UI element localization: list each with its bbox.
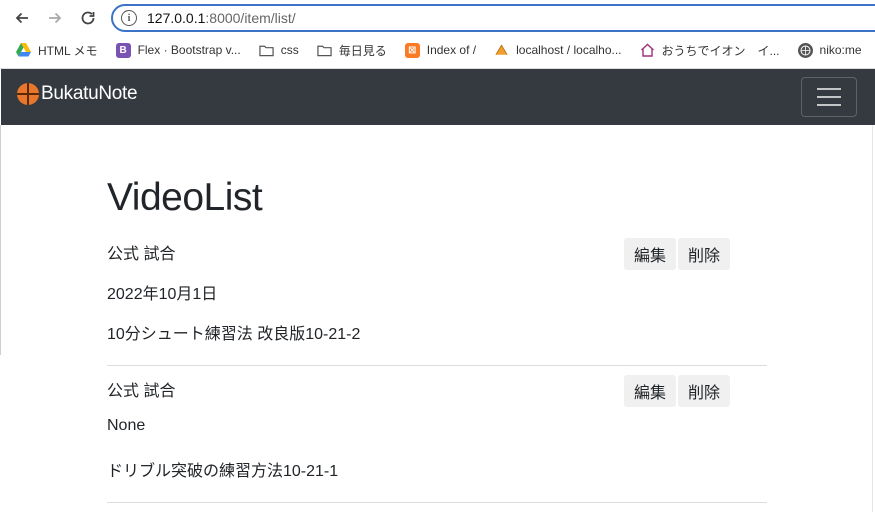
bookmark-item[interactable]: niko:me — [797, 42, 862, 58]
forward-button[interactable] — [43, 6, 67, 30]
item-date: 2022年10月1日 — [107, 286, 218, 303]
site-info-icon[interactable]: i — [121, 10, 137, 26]
folder-icon — [259, 43, 274, 58]
bookmark-label: Flex · Bootstrap v... — [137, 43, 241, 57]
hamburger-icon-bar — [817, 88, 841, 90]
item-category: 公式 試合 — [107, 246, 176, 263]
forward-arrow-icon — [49, 12, 62, 24]
bookmark-item[interactable]: HTML メモ — [16, 42, 98, 59]
item-date: None — [107, 417, 146, 434]
bookmark-item[interactable]: css — [259, 43, 299, 58]
hamburger-icon-bar — [817, 104, 841, 106]
page-title: VideoList — [107, 176, 263, 219]
url-text[interactable]: 127.0.0.1:8000/item/list/ — [147, 10, 296, 26]
bookmark-label: css — [280, 43, 299, 57]
home-icon — [640, 43, 655, 58]
edit-button[interactable]: 編集 — [624, 238, 677, 270]
bookmark-item[interactable]: localhost / localho... — [494, 43, 622, 58]
bookmark-item[interactable]: B Flex · Bootstrap v... — [115, 42, 241, 58]
bookmark-label: Index of / — [426, 43, 477, 57]
site-navbar: BukatuNote — [1, 69, 875, 125]
bookmark-label: HTML メモ — [38, 43, 98, 58]
bookmark-label: localhost / localho... — [516, 43, 622, 57]
navbar-toggler-button[interactable] — [801, 77, 857, 117]
xampp-icon: ⊠ — [404, 42, 420, 58]
navbar-brand[interactable]: BukatuNote — [17, 83, 138, 105]
content-border — [0, 125, 1, 355]
bookmark-item[interactable]: 毎日見る — [317, 42, 387, 59]
back-arrow-icon — [15, 12, 28, 24]
bookmark-label: おうちでイオン イ... — [661, 43, 780, 58]
phpmyadmin-icon — [494, 43, 509, 58]
reload-icon — [81, 11, 95, 25]
delete-button[interactable]: 削除 — [678, 375, 731, 407]
bookmarks-bar: HTML メモ B Flex · Bootstrap v... css 毎日見る… — [0, 38, 875, 62]
reload-button[interactable] — [76, 6, 100, 30]
address-bar[interactable]: i 127.0.0.1:8000/item/list/ — [111, 4, 875, 32]
content-border — [872, 125, 873, 512]
bookmark-label: 毎日見る — [338, 43, 387, 58]
bookmark-item[interactable]: おうちでイオン イ... — [640, 42, 780, 59]
hamburger-icon-bar — [817, 96, 841, 98]
url-path: :8000/item/list/ — [205, 10, 296, 26]
item-divider — [107, 502, 767, 503]
item-category: 公式 試合 — [107, 383, 176, 400]
delete-button[interactable]: 削除 — [678, 238, 731, 270]
folder-icon — [317, 43, 332, 58]
globe-icon — [797, 42, 813, 58]
bootstrap-icon: B — [115, 42, 131, 58]
item-title: 10分シュート練習法 改良版10-21-2 — [107, 326, 361, 343]
brand-text: BukatuNote — [41, 83, 138, 104]
item-title: ドリブル突破の練習方法10-21-1 — [107, 463, 339, 480]
edit-button[interactable]: 編集 — [624, 375, 677, 407]
browser-chrome: i 127.0.0.1:8000/item/list/ HTML メモ B Fl… — [0, 0, 875, 69]
bookmark-label: niko:me — [819, 43, 862, 57]
drive-icon — [16, 43, 31, 58]
url-host: 127.0.0.1 — [147, 10, 206, 26]
item-divider — [107, 365, 767, 366]
back-button[interactable] — [10, 6, 34, 30]
basketball-icon — [17, 83, 39, 105]
bookmark-item[interactable]: ⊠ Index of / — [404, 42, 477, 58]
